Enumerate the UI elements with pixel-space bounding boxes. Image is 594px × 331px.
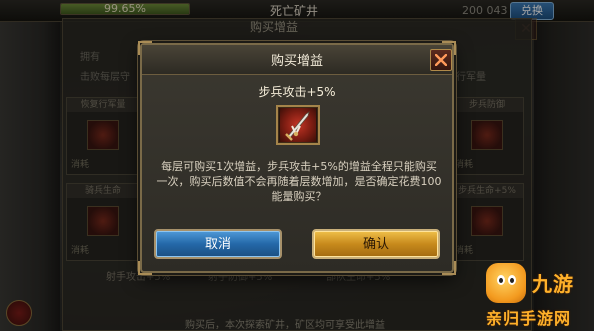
close-icon — [435, 54, 447, 66]
watermark-brand-text: 九游 — [532, 272, 574, 296]
buff-name: 步兵攻击+5% — [258, 85, 336, 99]
frame-corner-ornament — [138, 261, 152, 275]
close-button[interactable] — [430, 49, 452, 71]
frame-corner-ornament — [442, 261, 456, 275]
infantry-attack-icon — [280, 108, 316, 142]
watermark-mascot-icon — [486, 263, 526, 303]
cancel-button[interactable]: 取消 — [154, 229, 282, 259]
buff-description: 每层可购买1次增益，步兵攻击+5%的增益全程只能购买一次，购买后数值不会再随着层… — [156, 160, 442, 203]
dialog-title: 购买增益 — [270, 54, 323, 69]
watermark-site-text: 亲归手游网 — [486, 309, 572, 328]
buy-buff-dialog: 购买增益 步兵攻击+5% 每层可购买1次增益，步兵攻击+5%的增益全程只能购买一… — [138, 41, 456, 275]
confirm-button[interactable]: 确认 — [312, 229, 440, 259]
dialog-header: 购买增益 — [142, 45, 452, 75]
buff-item-frame — [276, 105, 320, 145]
